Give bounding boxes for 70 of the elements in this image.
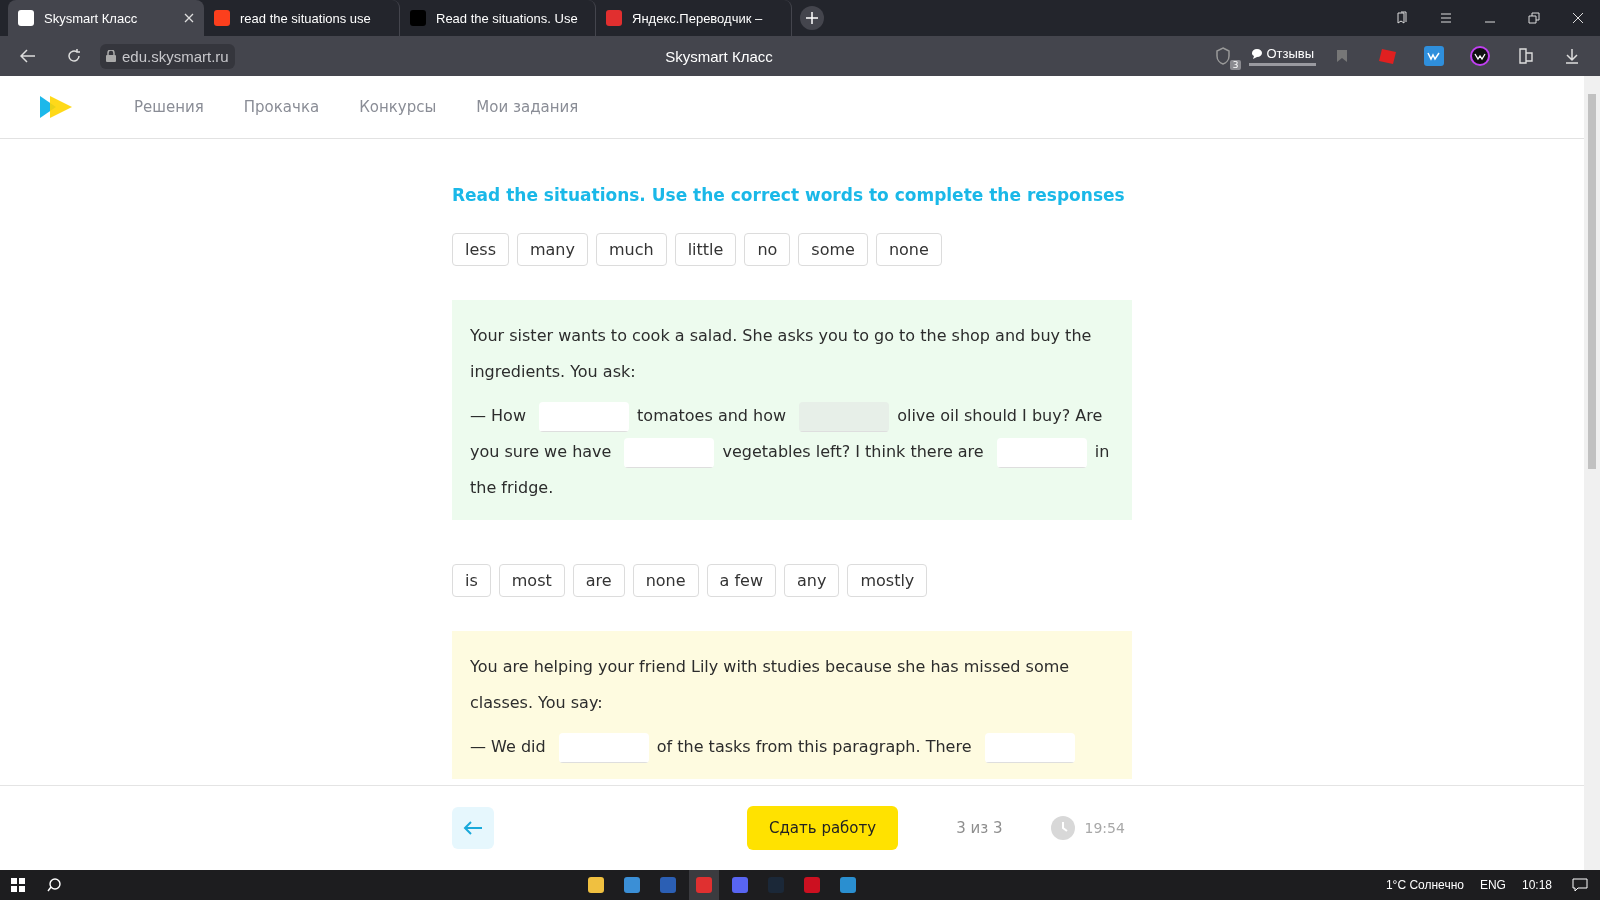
word-chip[interactable]: no [744, 233, 791, 266]
lock-icon [106, 50, 116, 62]
response-text: tomatoes and how [637, 406, 787, 425]
count-badge: 3 [1229, 60, 1242, 70]
word-chip[interactable]: mostly [847, 564, 928, 597]
windows-start-icon[interactable] [11, 878, 25, 892]
response-text: you sure we have [470, 442, 612, 461]
back-button[interactable] [452, 807, 494, 849]
nav-link[interactable]: Прокачка [243, 98, 320, 116]
word-chip[interactable]: none [875, 233, 942, 266]
answer-field[interactable] [624, 437, 715, 468]
shield-icon[interactable] [1215, 47, 1232, 65]
logo-icon[interactable] [40, 96, 72, 118]
close-icon[interactable] [1571, 11, 1585, 25]
task-title: Read the situations. Use the correct words to complete the responses [452, 185, 1126, 205]
bookmark-icon[interactable] [1336, 49, 1348, 63]
word-chip[interactable]: none [632, 564, 699, 597]
progress-text: 3 из 3 [956, 819, 1003, 837]
back-icon[interactable] [20, 49, 36, 63]
response-text: the fridge. [470, 478, 554, 497]
word-chip[interactable]: any [784, 564, 840, 597]
answer-field[interactable] [539, 401, 630, 432]
situation-text: You are helping your friend Lily with studies because she has missed some classes. You say: [470, 656, 1071, 714]
favicon-icon [18, 10, 34, 26]
response-text: — We did [470, 737, 546, 756]
word-chip[interactable]: most [498, 564, 565, 597]
word-chip[interactable]: little [674, 233, 737, 266]
favicon-icon [410, 10, 426, 26]
word-chip[interactable]: less [452, 233, 509, 266]
reload-icon[interactable] [66, 48, 82, 64]
clock-text: 10:18 [1520, 878, 1553, 892]
browser-tab[interactable]: Skysmart Класс [8, 0, 204, 36]
word-chip[interactable]: is [452, 564, 491, 597]
notifications-icon[interactable] [1572, 878, 1588, 892]
favicon-icon [606, 10, 622, 26]
language-indicator[interactable]: ENG [1471, 878, 1514, 892]
response-text: of the tasks from this paragraph. There [656, 737, 972, 756]
search-icon[interactable] [47, 878, 61, 892]
word-chip[interactable]: some [798, 233, 868, 266]
new-tab-icon[interactable] [800, 6, 824, 30]
arrow-left-icon [463, 821, 483, 835]
response-text: — How [470, 406, 526, 425]
menu-icon[interactable] [1439, 11, 1453, 25]
answer-field[interactable] [558, 732, 649, 763]
favicon-icon [214, 10, 230, 26]
scrollbar-thumb[interactable] [1588, 94, 1596, 469]
close-icon[interactable] [184, 13, 194, 23]
situation-text: Your sister wants to cook a salad. She asks you to go to the shop and buy the ingredients. You ask: [470, 325, 1093, 383]
word-chip[interactable]: a few [706, 564, 776, 597]
weather-text: 1°C Солнечно [1384, 878, 1465, 892]
page-title: Skysmart Класс [664, 47, 774, 65]
response-text: olive oil should I buy? Are [897, 406, 1103, 425]
clock-icon [1050, 816, 1075, 840]
word-chip[interactable]: are [572, 564, 625, 597]
speech-bubble-icon [1251, 47, 1264, 60]
word-chip[interactable]: many [516, 233, 588, 266]
download-icon[interactable] [1564, 48, 1580, 64]
reviews-link[interactable]: Отзывы [1249, 46, 1316, 66]
answer-field[interactable] [984, 732, 1075, 763]
collections-icon[interactable] [1517, 47, 1535, 65]
answer-field[interactable] [996, 437, 1087, 468]
restore-icon[interactable] [1527, 11, 1541, 25]
address-field[interactable]: edu.skysmart.ru [100, 43, 235, 69]
timer-text: 19:54 [1084, 820, 1125, 836]
response-text: vegetables left? I think there are [722, 442, 984, 461]
response-text: in [1094, 442, 1110, 461]
word-chip[interactable]: much [595, 233, 667, 266]
submit-button[interactable]: Сдать работу [747, 806, 899, 850]
circle-app-icon[interactable] [1470, 46, 1490, 66]
bookmarks-icon[interactable] [1395, 11, 1409, 25]
